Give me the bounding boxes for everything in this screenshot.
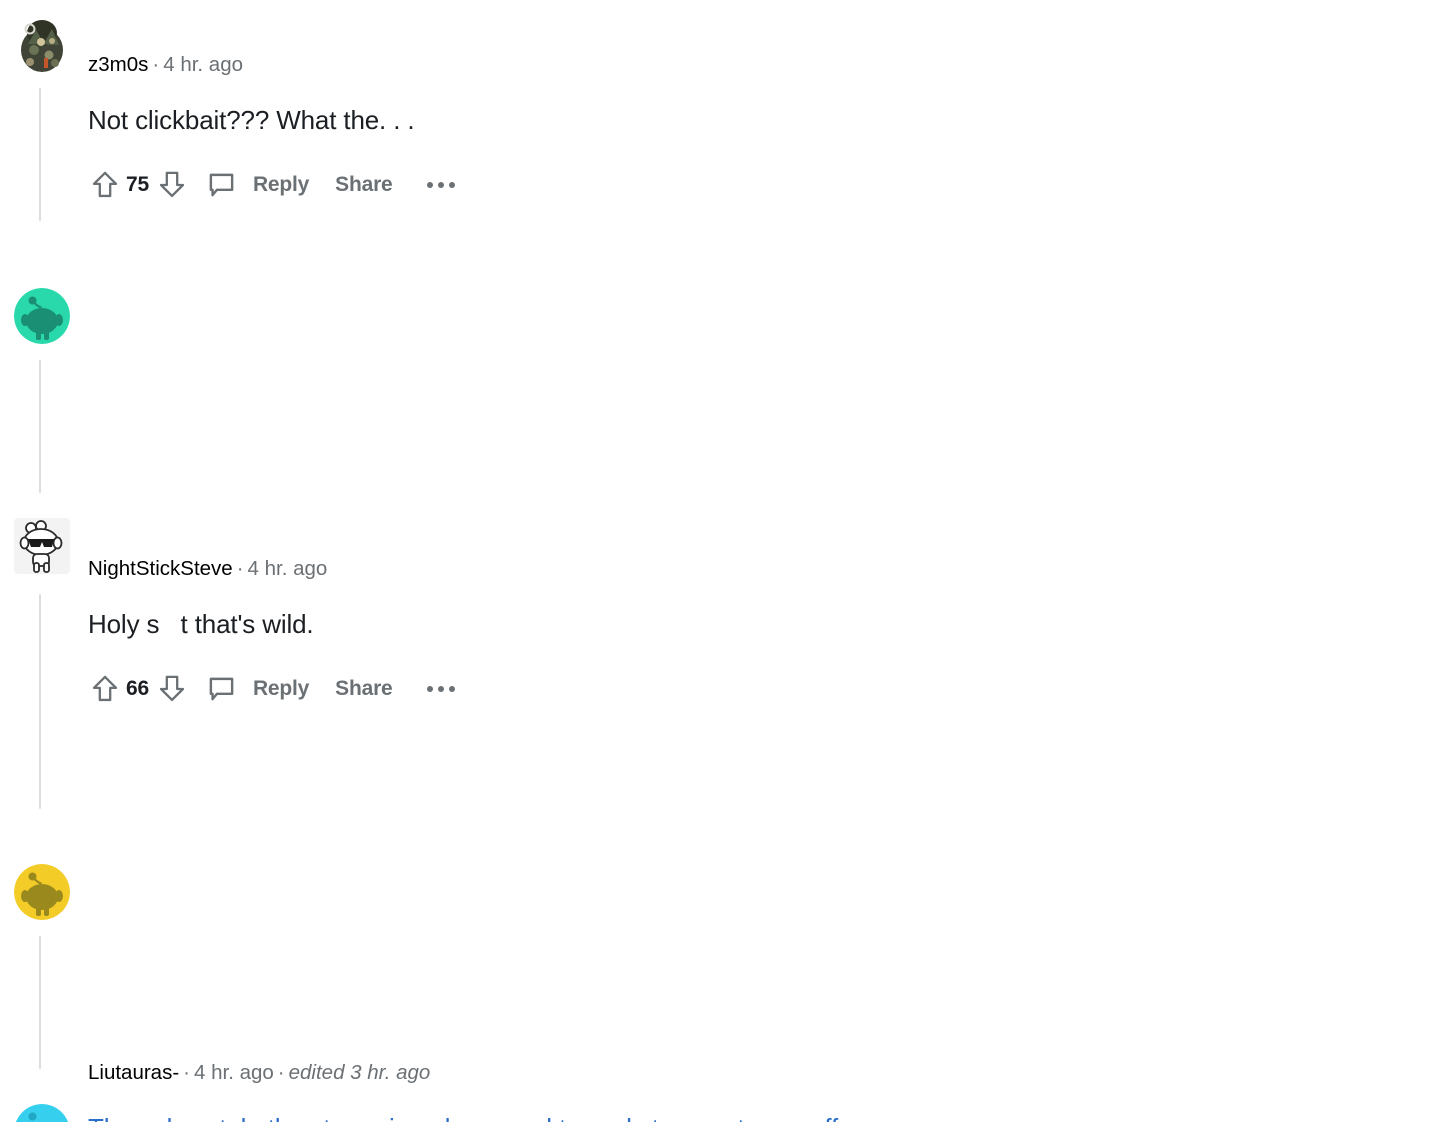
more-options-icon [426, 686, 433, 692]
comment-body: Holy s t that's wild. [88, 609, 314, 639]
comment-author[interactable]: z3m0s [88, 53, 148, 76]
comment-timestamp: 4 hr. ago [247, 557, 328, 580]
comment-timestamp: 4 hr. ago [163, 53, 244, 76]
more-options-button[interactable] [423, 671, 459, 707]
snoo-sunglasses-avatar-icon [14, 518, 70, 574]
vote-score: 75 [126, 173, 149, 196]
comment-actions: 75 Reply Share [88, 165, 459, 205]
comment-actions: 66 Reply Share [88, 669, 459, 709]
avatar[interactable] [14, 16, 70, 72]
comment-timestamp: 4 hr. ago [194, 1061, 274, 1084]
comment-bubble-icon [210, 173, 234, 196]
share-button[interactable]: Share [335, 677, 393, 701]
thread-line [39, 88, 41, 221]
thread-line [39, 594, 41, 809]
edited-label: edited 3 hr. ago [288, 1061, 431, 1084]
separator-dot: · [236, 557, 244, 580]
reply-button[interactable]: Reply [253, 677, 309, 701]
avatar[interactable] [14, 288, 70, 344]
upvote-arrow-icon [92, 675, 118, 702]
comment-body: Not clickbait??? What the. . . [88, 105, 415, 135]
upvote-button[interactable] [88, 167, 122, 203]
downvote-button[interactable] [155, 671, 189, 707]
separator-dot: · [277, 1061, 285, 1084]
downvote-button[interactable] [155, 167, 189, 203]
comment-author[interactable]: NightStickSteve [88, 557, 233, 580]
upvote-button[interactable] [88, 671, 122, 707]
thread-line [39, 936, 41, 1069]
avatar[interactable] [14, 1104, 70, 1122]
comment-link[interactable]: They also stole the streaming phone and … [88, 1111, 838, 1122]
comment-header: NightStickSteve · 4 hr. ago [88, 556, 327, 582]
snoo-avatar-icon [14, 864, 70, 920]
comment-thread: z3m0s · 4 hr. ago Not clickbait??? What th… [0, 0, 1454, 1122]
camo-avatar-icon [14, 16, 70, 72]
downvote-arrow-icon [159, 675, 185, 702]
vote-group: 66 [88, 671, 189, 707]
thread-line [39, 360, 41, 493]
comment-author[interactable]: Liutauras- [88, 1061, 179, 1084]
more-options-icon [426, 182, 433, 188]
separator-dot: · [152, 53, 160, 76]
comment-header: Liutauras- · 4 hr. ago · edited 3 hr. ago [88, 1060, 430, 1086]
downvote-arrow-icon [159, 171, 185, 198]
upvote-arrow-icon [92, 171, 118, 198]
snoo-avatar-icon [14, 288, 70, 344]
more-options-button[interactable] [423, 167, 459, 203]
comment-button[interactable] [205, 671, 239, 707]
separator-dot: · [183, 1061, 190, 1084]
comment-button[interactable] [205, 167, 239, 203]
reply-button[interactable]: Reply [253, 173, 309, 197]
avatar[interactable] [14, 864, 70, 920]
vote-group: 75 [88, 167, 189, 203]
comment-bubble-icon [210, 677, 234, 700]
comment-header: z3m0s · 4 hr. ago [88, 52, 243, 78]
share-button[interactable]: Share [335, 173, 393, 197]
vote-score: 66 [126, 677, 149, 700]
snoo-avatar-icon [15, 1104, 69, 1122]
avatar[interactable] [14, 518, 70, 574]
